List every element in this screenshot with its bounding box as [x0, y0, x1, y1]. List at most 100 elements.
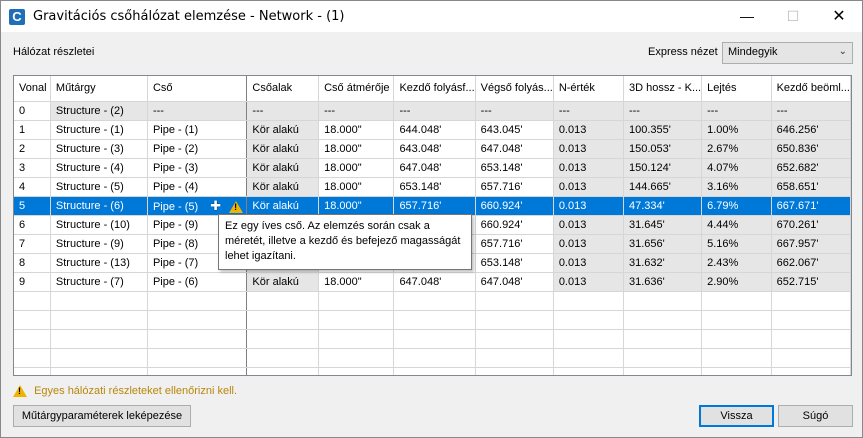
table-cell[interactable]: 657.716'	[475, 234, 554, 254]
table-cell[interactable]: 657.716'	[475, 177, 554, 197]
table-cell[interactable]: 6.79%	[701, 196, 772, 216]
table-cell[interactable]: 18.000"	[318, 120, 395, 140]
table-cell[interactable]: Kör alakú	[246, 196, 320, 216]
table-cell[interactable]: 18.000"	[318, 272, 395, 292]
table-cell[interactable]: 647.048'	[475, 272, 554, 292]
table-cell[interactable]: ---	[147, 101, 248, 121]
table-cell[interactable]: ---	[393, 101, 476, 121]
table-cell[interactable]: 643.045'	[475, 120, 554, 140]
close-button[interactable]: ✕	[816, 1, 862, 32]
table-row[interactable]: 5 Structure - (6) Pipe - (5) ✚! Kör alakú 18.…	[14, 196, 851, 216]
table-cell[interactable]: ---	[623, 101, 703, 121]
table-cell[interactable]: Structure - (13)	[50, 253, 148, 273]
column-header[interactable]: 3D hossz - K...	[623, 76, 703, 102]
column-header[interactable]: Csőalak	[246, 76, 320, 102]
table-cell[interactable]: Pipe - (3)	[147, 158, 248, 178]
table-cell[interactable]: Pipe - (1)	[147, 120, 248, 140]
table-cell[interactable]: Kör alakú	[246, 158, 320, 178]
table-cell[interactable]: 647.048'	[393, 272, 476, 292]
table-cell[interactable]: Structure - (2)	[50, 101, 148, 121]
table-cell[interactable]: 0.013	[553, 272, 624, 292]
table-cell[interactable]: 653.148'	[475, 158, 554, 178]
table-cell[interactable]: Structure - (1)	[50, 120, 148, 140]
table-cell[interactable]: ---	[318, 101, 395, 121]
table-cell[interactable]: Structure - (6)	[50, 196, 148, 216]
table-cell[interactable]: 647.048'	[475, 139, 554, 159]
table-cell[interactable]: 47.334'	[623, 196, 703, 216]
table-cell[interactable]: 31.645'	[623, 215, 703, 235]
help-button[interactable]: Súgó	[778, 405, 853, 427]
table-cell[interactable]: 670.261'	[771, 215, 851, 235]
column-header[interactable]: Végső folyás...	[475, 76, 554, 102]
table-cell[interactable]: Structure - (7)	[50, 272, 148, 292]
table-cell[interactable]: 643.048'	[393, 139, 476, 159]
back-button[interactable]: Vissza	[699, 405, 774, 427]
table-cell[interactable]: Structure - (5)	[50, 177, 148, 197]
table-cell[interactable]: ---	[771, 101, 851, 121]
table-cell[interactable]: 150.124'	[623, 158, 703, 178]
table-cell[interactable]: 18.000"	[318, 139, 395, 159]
table-cell[interactable]: 150.053'	[623, 139, 703, 159]
table-cell[interactable]: Pipe - (2)	[147, 139, 248, 159]
table-cell[interactable]: ---	[553, 101, 624, 121]
table-cell[interactable]: 31.632'	[623, 253, 703, 273]
table-cell[interactable]: 0.013	[553, 196, 624, 216]
table-cell[interactable]: 0.013	[553, 139, 624, 159]
table-cell[interactable]: 650.836'	[771, 139, 851, 159]
column-header[interactable]: Kezdő beöml...	[771, 76, 851, 102]
table-cell[interactable]: 0.013	[553, 215, 624, 235]
table-cell[interactable]: 5.16%	[701, 234, 772, 254]
table-cell[interactable]: Kör alakú	[246, 272, 320, 292]
table-row[interactable]: 2 Structure - (3) Pipe - (2) Kör alakú 18.00…	[14, 139, 851, 159]
table-cell[interactable]: 31.636'	[623, 272, 703, 292]
table-cell[interactable]: Structure - (10)	[50, 215, 148, 235]
table-cell[interactable]: 660.924'	[475, 215, 554, 235]
table-cell[interactable]: Pipe - (5) ✚!	[147, 196, 248, 216]
table-cell[interactable]: 100.355'	[623, 120, 703, 140]
table-row[interactable]: 9 Structure - (7) Pipe - (6) Kör alakú 18.00…	[14, 272, 851, 292]
table-cell[interactable]: 3.16%	[701, 177, 772, 197]
table-cell[interactable]: 18.000"	[318, 196, 395, 216]
table-cell[interactable]: 0.013	[553, 234, 624, 254]
table-cell[interactable]: Kör alakú	[246, 177, 320, 197]
table-cell[interactable]: 18.000"	[318, 177, 395, 197]
table-cell[interactable]: Structure - (9)	[50, 234, 148, 254]
table-cell[interactable]: Kör alakú	[246, 139, 320, 159]
column-header[interactable]: N-érték	[553, 76, 624, 102]
table-cell[interactable]: 0.013	[553, 158, 624, 178]
table-cell[interactable]: 653.148'	[393, 177, 476, 197]
column-header[interactable]: Cső átmérője	[318, 76, 395, 102]
table-cell[interactable]: 0.013	[553, 253, 624, 273]
table-cell[interactable]: Pipe - (6)	[147, 272, 248, 292]
table-cell[interactable]: 0.013	[553, 120, 624, 140]
table-cell[interactable]: Structure - (4)	[50, 158, 148, 178]
table-cell[interactable]: 657.716'	[393, 196, 476, 216]
table-cell[interactable]: 667.957'	[771, 234, 851, 254]
table-cell[interactable]: Kör alakú	[246, 120, 320, 140]
table-cell[interactable]: 0.013	[553, 177, 624, 197]
table-cell[interactable]: 652.682'	[771, 158, 851, 178]
table-cell[interactable]: Structure - (3)	[50, 139, 148, 159]
table-cell[interactable]: 2.90%	[701, 272, 772, 292]
minimize-button[interactable]: —	[724, 1, 770, 32]
table-cell[interactable]: 1.00%	[701, 120, 772, 140]
table-cell[interactable]: 144.665'	[623, 177, 703, 197]
table-cell[interactable]: 658.651'	[771, 177, 851, 197]
column-header[interactable]: Vonal	[14, 76, 51, 102]
table-cell[interactable]: 660.924'	[475, 196, 554, 216]
table-row[interactable]: 0 Structure - (2) --- --- --- --- --- --- --- ---…	[14, 101, 851, 121]
table-cell[interactable]: 31.656'	[623, 234, 703, 254]
table-cell[interactable]: 652.715'	[771, 272, 851, 292]
table-cell[interactable]: 644.048'	[393, 120, 476, 140]
table-cell[interactable]: 18.000"	[318, 158, 395, 178]
table-row[interactable]: 1 Structure - (1) Pipe - (1) Kör alakú 18.00…	[14, 120, 851, 140]
express-view-select[interactable]: Mindegyik ⌄	[722, 42, 853, 64]
table-cell[interactable]: ---	[246, 101, 320, 121]
table-cell[interactable]: 2.67%	[701, 139, 772, 159]
table-cell[interactable]: 4.44%	[701, 215, 772, 235]
column-header[interactable]: Műtárgy	[50, 76, 148, 102]
table-cell[interactable]: 4.07%	[701, 158, 772, 178]
warning-icon[interactable]: !	[229, 200, 244, 213]
column-header[interactable]: Kezdő folyásf...	[393, 76, 476, 102]
map-structure-parameters-button[interactable]: Műtárgyparaméterek leképezése	[13, 405, 191, 427]
